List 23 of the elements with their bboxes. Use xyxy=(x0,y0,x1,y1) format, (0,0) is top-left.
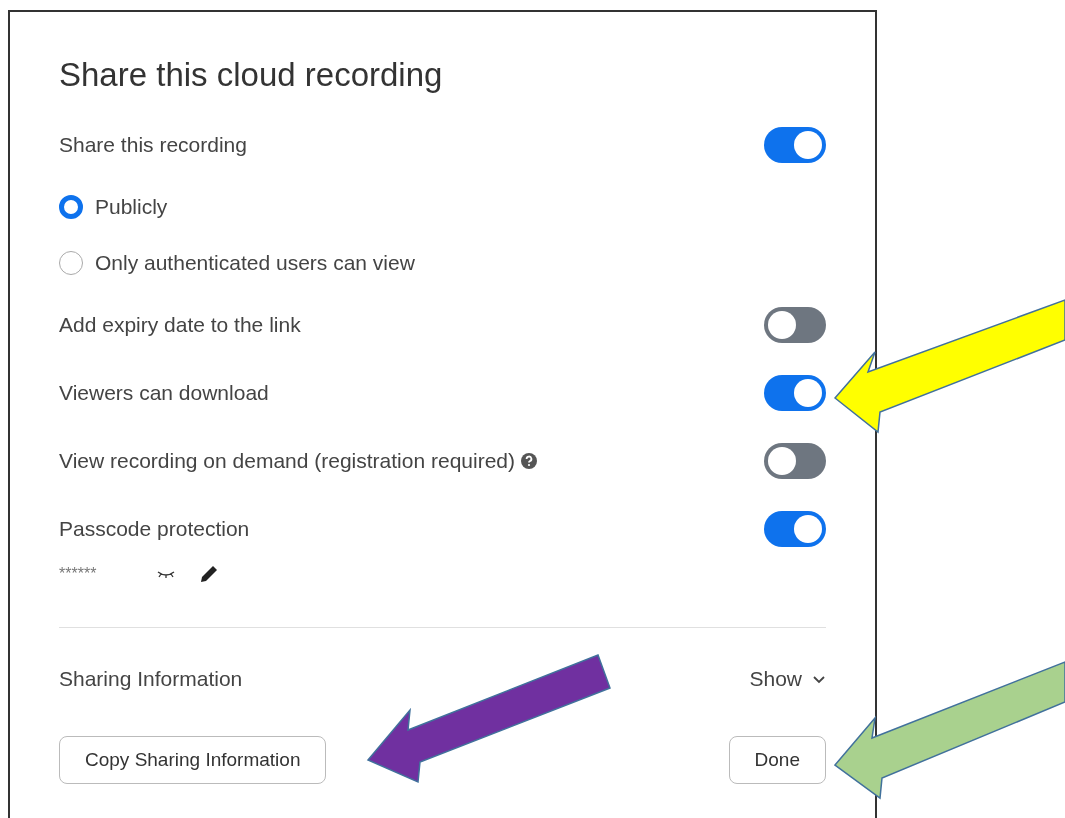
sharing-information-label: Sharing Information xyxy=(59,666,243,693)
eye-closed-icon[interactable] xyxy=(157,570,175,578)
toggle-switch[interactable] xyxy=(764,307,826,343)
setting-label: View recording on demand (registration required) xyxy=(59,448,516,475)
dialog-title: Share this cloud recording xyxy=(59,55,444,95)
toggle-switch[interactable] xyxy=(764,375,826,411)
setting-label: Share this recording xyxy=(59,132,247,159)
toggle-switch[interactable] xyxy=(764,127,826,163)
copy-button[interactable]: Copy Sharing Information xyxy=(59,736,327,784)
toggle-switch[interactable] xyxy=(764,443,826,479)
setting-label: Add expiry date to the link xyxy=(59,312,301,339)
passcode-value: ****** xyxy=(59,564,98,584)
setting-label: Passcode protection xyxy=(59,516,250,543)
chevron-down-icon xyxy=(812,674,826,684)
radio-button[interactable] xyxy=(59,195,83,219)
radio-label: Publicly xyxy=(95,194,168,221)
radio-label: Only authenticated users can view xyxy=(95,250,415,277)
done-button[interactable]: Done xyxy=(728,736,826,784)
show-toggle[interactable]: Show xyxy=(749,663,826,695)
help-icon[interactable] xyxy=(521,453,538,469)
setting-label: Viewers can download xyxy=(59,380,269,407)
toggle-switch[interactable] xyxy=(764,511,826,547)
pencil-icon[interactable] xyxy=(199,564,219,584)
